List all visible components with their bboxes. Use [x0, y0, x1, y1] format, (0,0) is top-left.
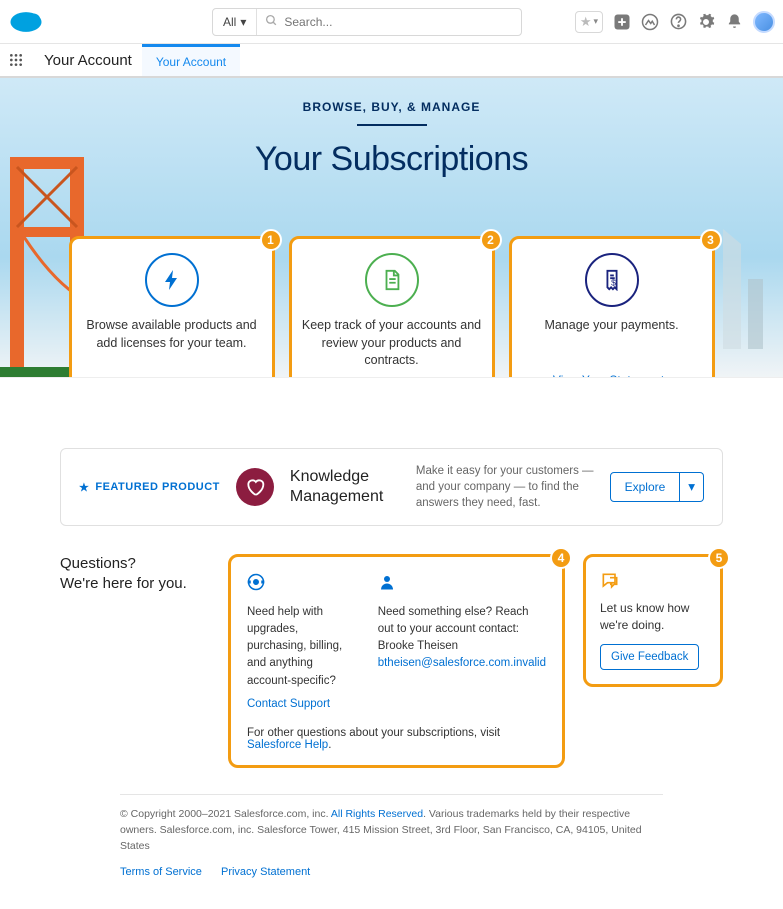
global-header: All ▾ ★ ▾ — [0, 0, 783, 44]
featured-label: ★ FEATURED PRODUCT — [79, 481, 220, 494]
help-text: Need something else? Reach out to your a… — [378, 604, 546, 639]
copyright: © Copyright 2000–2021 Salesforce.com, in… — [120, 807, 663, 854]
featured-product-desc: Make it easy for your customers — and yo… — [416, 463, 594, 511]
cards-row: 1 Browse available products and add lice… — [0, 236, 783, 378]
browse-and-buy-button[interactable]: Browse and Buy — [110, 377, 232, 378]
badge: 3 — [700, 229, 722, 251]
feedback-text: Let us know how we're doing. — [600, 600, 706, 634]
contact-email-link[interactable]: btheisen@salesforce.com.invalid — [378, 657, 546, 669]
trailhead-icon[interactable] — [641, 13, 659, 31]
card-desc: Keep track of your accounts and review y… — [302, 317, 482, 370]
badge: 5 — [708, 547, 730, 569]
help-box: 4 Need help with upgrades, purchasing, b… — [228, 554, 565, 768]
badge: 2 — [480, 229, 502, 251]
explore-dropdown[interactable]: ▾ — [680, 472, 704, 502]
lightning-icon — [145, 253, 199, 307]
chevron-down-icon: ▾ — [688, 479, 695, 494]
add-button[interactable] — [613, 13, 631, 31]
explore-button-group: Explore ▾ — [610, 472, 704, 502]
contact-support-link[interactable]: Contact Support — [247, 696, 358, 713]
notifications-bell-icon[interactable] — [725, 13, 743, 31]
main-content: ★ FEATURED PRODUCT Knowledge Management … — [0, 378, 783, 909]
global-search: All ▾ — [212, 8, 522, 36]
badge: 4 — [550, 547, 572, 569]
setup-gear-icon[interactable] — [697, 13, 715, 31]
hero-divider — [357, 124, 427, 126]
tab-label: Your Account — [156, 55, 226, 69]
help-row: Questions? We're here for you. 4 Need hel… — [60, 554, 723, 768]
header-actions: ★ ▾ — [575, 11, 775, 33]
support-icon — [247, 573, 358, 597]
view-statements-link[interactable]: View Your Statements — [522, 373, 702, 378]
tab-your-account[interactable]: Your Account — [142, 44, 240, 76]
chevron-down-icon: ▾ — [240, 15, 246, 29]
card-browse: 1 Browse available products and add lice… — [69, 236, 275, 378]
search-icon — [265, 14, 278, 30]
explore-button[interactable]: Explore — [610, 472, 681, 502]
card-contracts: 2 Keep track of your accounts and review… — [289, 236, 495, 378]
hero-section: BROWSE, BUY, & MANAGE Your Subscriptions… — [0, 78, 783, 378]
heart-icon — [236, 468, 274, 506]
app-launcher-icon[interactable] — [6, 44, 26, 76]
star-icon: ★ — [79, 481, 89, 494]
hero-eyebrow: BROWSE, BUY, & MANAGE — [0, 100, 783, 114]
questions-line2: We're here for you. — [60, 575, 187, 592]
feedback-box: 5 Let us know how we're doing. Give Feed… — [583, 554, 723, 687]
svg-text:$: $ — [611, 279, 616, 288]
card-payments: 3 $ Manage your payments. View Your Stat… — [509, 236, 715, 378]
invoice-icon: $ — [585, 253, 639, 307]
search-scope-label: All — [223, 15, 236, 29]
app-nav: Your Account Your Account — [0, 44, 783, 78]
person-icon — [378, 573, 546, 597]
favorites-button[interactable]: ★ ▾ — [575, 11, 603, 33]
give-feedback-button[interactable]: Give Feedback — [600, 644, 699, 670]
contact-name: Brooke Theisen btheisen@salesforce.com.i… — [378, 638, 546, 673]
chevron-down-icon: ▾ — [593, 16, 598, 27]
questions-line1: Questions? — [60, 555, 136, 572]
app-name: Your Account — [34, 44, 142, 76]
footer-links: Terms of Service Privacy Statement — [120, 864, 663, 881]
document-icon — [365, 253, 419, 307]
featured-label-text: FEATURED PRODUCT — [95, 481, 220, 493]
search-input[interactable] — [284, 15, 513, 29]
help-text: Need help with upgrades, purchasing, bil… — [247, 604, 358, 690]
salesforce-logo[interactable] — [8, 10, 44, 34]
all-rights-link[interactable]: All Rights Reserved — [331, 808, 423, 820]
salesforce-help-link[interactable]: Salesforce Help — [247, 739, 328, 751]
search-scope-dropdown[interactable]: All ▾ — [213, 9, 257, 35]
badge: 1 — [260, 229, 282, 251]
user-avatar[interactable] — [753, 11, 775, 33]
help-col-support: Need help with upgrades, purchasing, bil… — [247, 573, 358, 713]
tos-link[interactable]: Terms of Service — [120, 866, 202, 878]
help-icon[interactable] — [669, 13, 687, 31]
card-desc: Manage your payments. — [522, 317, 702, 365]
privacy-link[interactable]: Privacy Statement — [221, 866, 310, 878]
star-icon: ★ — [580, 14, 592, 30]
page-footer: © Copyright 2000–2021 Salesforce.com, in… — [120, 794, 663, 889]
featured-product-banner: ★ FEATURED PRODUCT Knowledge Management … — [60, 448, 723, 526]
card-desc: Browse available products and add licens… — [82, 317, 262, 365]
featured-product-name: Knowledge Management — [290, 467, 400, 507]
help-footnote: For other questions about your subscript… — [247, 727, 546, 751]
chat-icon — [600, 571, 706, 594]
questions-heading: Questions? We're here for you. — [60, 554, 210, 593]
help-col-contact: Need something else? Reach out to your a… — [378, 573, 546, 713]
